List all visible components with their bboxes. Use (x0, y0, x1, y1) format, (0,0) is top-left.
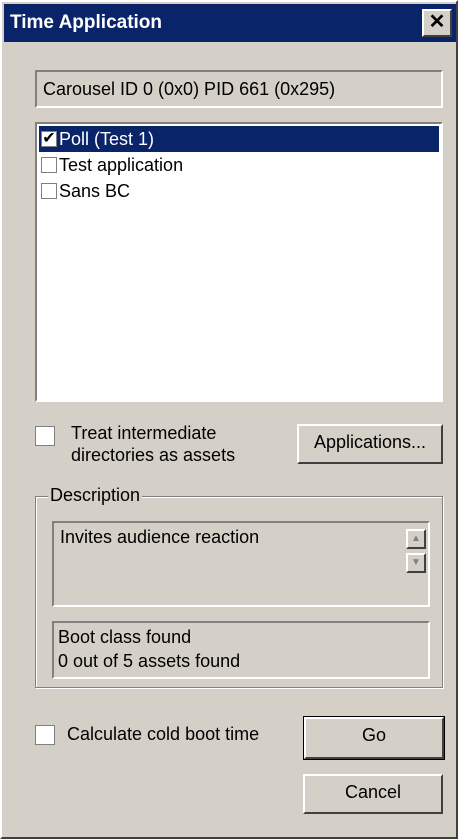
cold-boot-label: Calculate cold boot time (67, 724, 260, 744)
cold-boot-option[interactable]: Calculate cold boot time (35, 724, 259, 745)
close-icon[interactable]: ✕ (422, 9, 452, 37)
checkbox-poll-test-1[interactable]: ✔ (41, 131, 57, 147)
status-line-2: 0 out of 5 assets found (58, 651, 241, 671)
description-group: Description Invites audience reaction ▲ … (35, 485, 443, 688)
scroll-down-icon[interactable]: ▼ (406, 553, 426, 573)
treat-dirs-label-line1: Treat intermediate (71, 423, 217, 443)
checkbox-test-application[interactable] (41, 157, 57, 173)
status-line-1: Boot class found (58, 627, 192, 647)
cold-boot-checkbox[interactable] (35, 724, 55, 745)
checkbox-sans-bc[interactable] (41, 183, 57, 199)
cancel-button[interactable]: Cancel (303, 774, 443, 814)
list-item-label: Sans BC (59, 180, 131, 201)
treat-dirs-label: Treat intermediate directories as assets (71, 422, 235, 466)
description-text: Invites audience reaction (60, 527, 260, 547)
carousel-info-field: Carousel ID 0 (0x0) PID 661 (0x295) (35, 70, 443, 108)
list-item[interactable]: Sans BC (39, 178, 439, 204)
description-legend: Description (48, 485, 143, 506)
status-text-area: Boot class found 0 out of 5 assets found (52, 621, 430, 679)
window-title: Time Application (10, 12, 163, 33)
list-item[interactable]: Test application (39, 152, 439, 178)
go-button-label: Go (304, 717, 444, 759)
scroll-up-icon[interactable]: ▲ (406, 529, 426, 549)
title-bar: Time Application ✕ (4, 4, 456, 42)
time-application-dialog: Time Application ✕ Carousel ID 0 (0x0) P… (0, 0, 458, 839)
treat-dirs-label-line2: directories as assets (71, 445, 236, 465)
description-scrollbar[interactable]: ▲ ▼ (406, 525, 426, 603)
application-list[interactable]: ✔ Poll (Test 1) Test application Sans BC (35, 122, 443, 402)
list-item-label: Poll (Test 1) (59, 128, 155, 149)
treat-dirs-checkbox[interactable] (35, 426, 55, 446)
treat-dirs-option[interactable]: Treat intermediate directories as assets (35, 423, 235, 466)
list-item-label: Test application (59, 154, 184, 175)
applications-button[interactable]: Applications... (297, 424, 443, 464)
description-text-area[interactable]: Invites audience reaction ▲ ▼ (52, 521, 430, 607)
go-button[interactable]: Go (303, 716, 445, 760)
list-item[interactable]: ✔ Poll (Test 1) (39, 126, 439, 152)
